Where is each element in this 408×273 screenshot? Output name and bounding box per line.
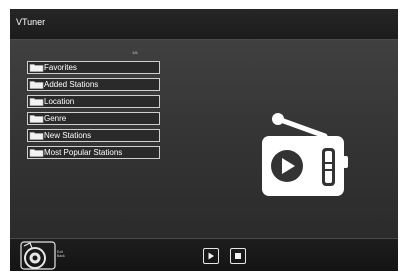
menu-item-label: Favorites bbox=[44, 62, 77, 72]
folder-icon bbox=[29, 148, 44, 157]
menu-item-location[interactable]: Location bbox=[27, 95, 160, 108]
menu-item-label: New Stations bbox=[44, 130, 92, 140]
folder-icon bbox=[29, 63, 44, 72]
menu-item-genre[interactable]: Genre bbox=[27, 112, 160, 125]
menu-item-most-popular-stations[interactable]: Most Popular Stations bbox=[27, 146, 160, 159]
title-bar: VTuner bbox=[10, 9, 398, 40]
menu-item-label: Location bbox=[44, 96, 75, 106]
folder-icon bbox=[29, 131, 44, 140]
exit-back-label: Exit Back bbox=[57, 250, 65, 258]
menu-item-new-stations[interactable]: New Stations bbox=[27, 129, 160, 142]
main-panel: 1/6 Favorites Added Stations Location Ge… bbox=[10, 40, 398, 238]
back-label: Back bbox=[57, 254, 65, 258]
play-icon bbox=[208, 252, 214, 260]
radio-icon bbox=[259, 112, 351, 201]
menu-item-label: Genre bbox=[44, 113, 67, 123]
bottom-bar: Exit Back bbox=[10, 238, 398, 271]
stop-icon bbox=[235, 253, 241, 259]
exit-back-button[interactable] bbox=[20, 240, 56, 271]
menu-item-added-stations[interactable]: Added Stations bbox=[27, 78, 160, 91]
folder-icon bbox=[29, 114, 44, 123]
menu-item-favorites[interactable]: Favorites bbox=[27, 61, 160, 74]
stop-button[interactable] bbox=[230, 248, 246, 264]
vtuner-screen: VTuner 1/6 Favorites Added Stations Loca… bbox=[10, 9, 398, 271]
page-indicator: 1/6 bbox=[132, 50, 138, 55]
remote-dial-icon bbox=[20, 241, 56, 270]
folder-icon bbox=[29, 97, 44, 106]
app-title: VTuner bbox=[16, 17, 46, 27]
menu-list: Favorites Added Stations Location Genre bbox=[27, 61, 160, 163]
play-button[interactable] bbox=[203, 248, 219, 264]
menu-item-label: Added Stations bbox=[44, 79, 99, 89]
folder-icon bbox=[29, 80, 44, 89]
menu-item-label: Most Popular Stations bbox=[44, 147, 123, 157]
